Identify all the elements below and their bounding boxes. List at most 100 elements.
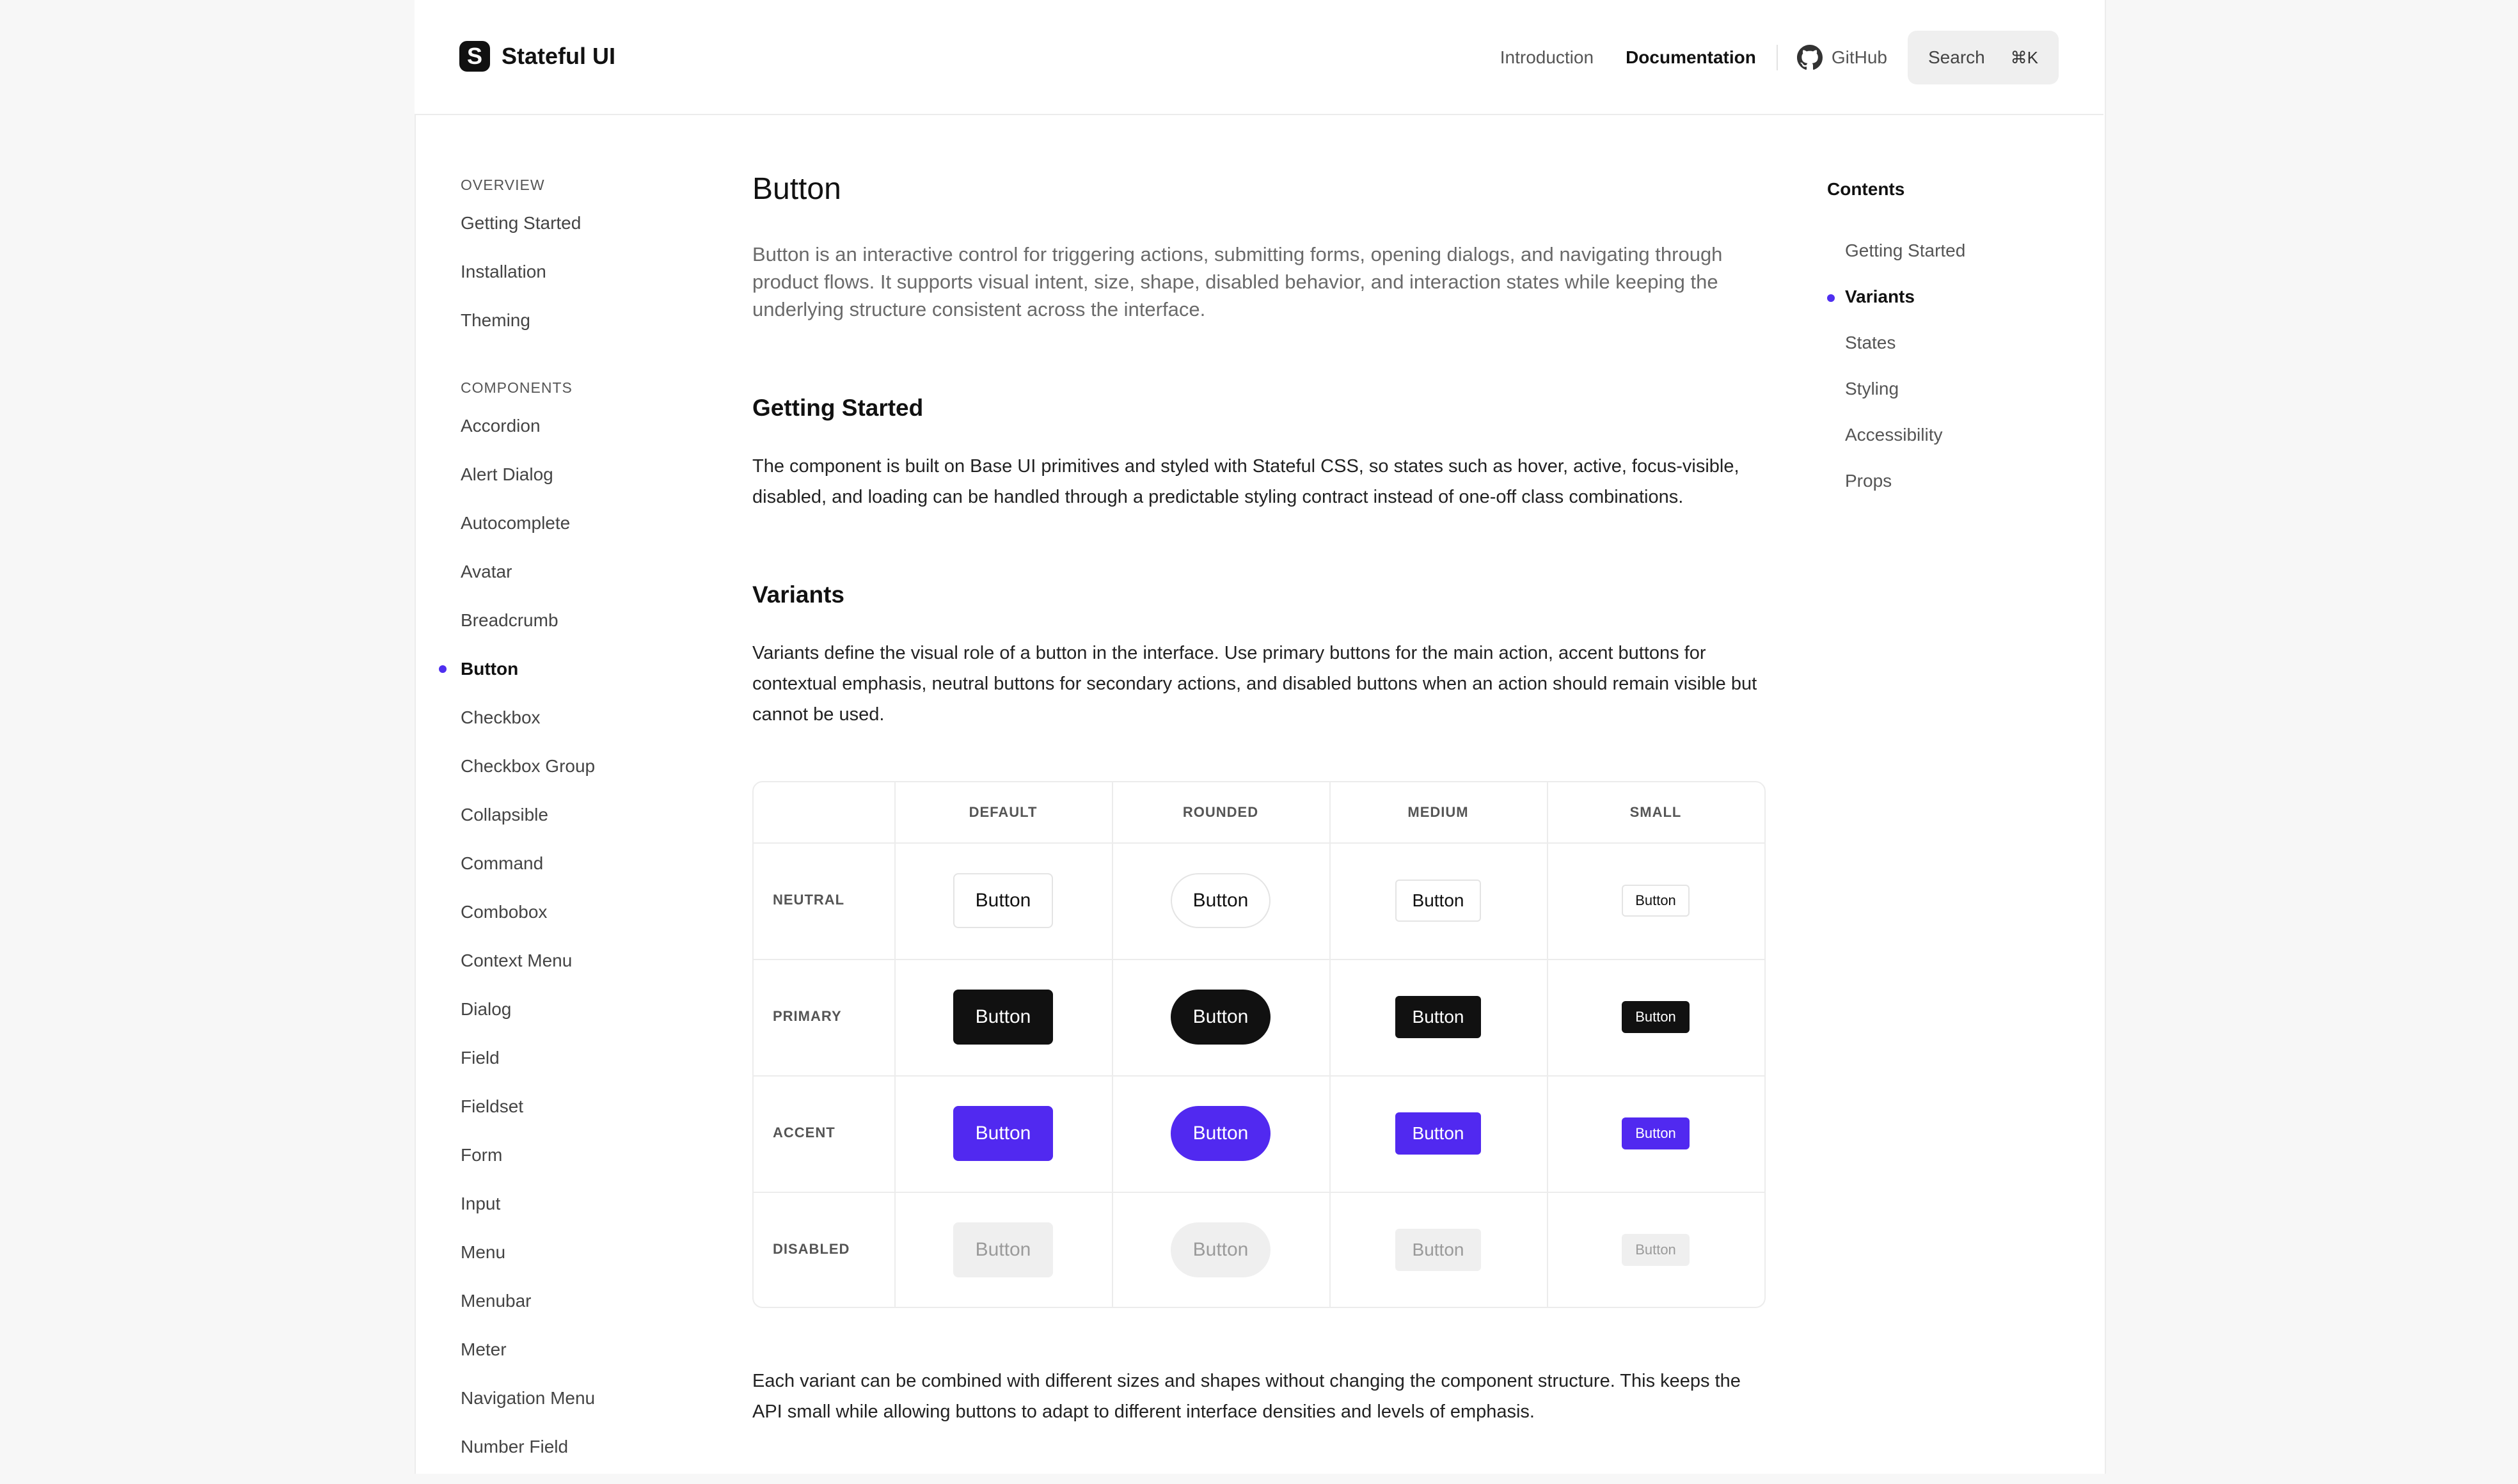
sidebar-item-getting-started[interactable]: Getting Started bbox=[461, 212, 678, 260]
table-cell: Button bbox=[1112, 1075, 1329, 1192]
sidebar-item-menu[interactable]: Menu bbox=[461, 1241, 678, 1290]
accent-default-button[interactable]: Button bbox=[953, 1106, 1053, 1161]
column-header-medium: MEDIUM bbox=[1407, 804, 1469, 820]
toc-item-getting-started[interactable]: Getting Started bbox=[1827, 241, 2045, 287]
table-cell: Button bbox=[894, 1192, 1112, 1308]
closing-text: Each variant can be combined with differ… bbox=[752, 1371, 1741, 1422]
sidebar-item-context-menu[interactable]: Context Menu bbox=[461, 949, 678, 998]
page-title: Button bbox=[752, 172, 841, 206]
primary-rounded-button[interactable]: Button bbox=[1171, 990, 1271, 1045]
disabled-small-button: Button bbox=[1622, 1234, 1690, 1266]
column-header-small: SMALL bbox=[1629, 804, 1682, 820]
sidebar-item-fieldset[interactable]: Fieldset bbox=[461, 1095, 678, 1144]
sidebar-item-combobox[interactable]: Combobox bbox=[461, 901, 678, 949]
sidebar-item-alert-dialog[interactable]: Alert Dialog bbox=[461, 463, 678, 512]
row-label-neutral: NEUTRAL bbox=[773, 892, 845, 908]
table-cell: Button bbox=[894, 842, 1112, 959]
table-cell: Button bbox=[1112, 959, 1329, 1075]
table-cell: Button bbox=[1547, 959, 1764, 1075]
neutral-rounded-button[interactable]: Button bbox=[1171, 873, 1271, 928]
toc-item-styling[interactable]: Styling bbox=[1827, 379, 2045, 425]
sidebar-item-accordion[interactable]: Accordion bbox=[461, 414, 678, 463]
table-cell: Button bbox=[1547, 842, 1764, 959]
nav-documentation[interactable]: Documentation bbox=[1626, 47, 1756, 68]
table-cell: Button bbox=[1329, 959, 1547, 1075]
variants-table: DEFAULT ROUNDED MEDIUM SMALL NEUTRAL Button Bu… bbox=[752, 781, 1766, 1308]
table-cell: Button bbox=[1112, 842, 1329, 959]
neutral-default-button[interactable]: Button bbox=[953, 873, 1053, 928]
toc-item-props[interactable]: Props bbox=[1827, 471, 2045, 517]
table-row: NEUTRAL Button Button Button Button bbox=[754, 842, 1764, 960]
nav-introduction[interactable]: Introduction bbox=[1500, 47, 1594, 68]
sidebar-item-avatar[interactable]: Avatar bbox=[461, 560, 678, 609]
sidebar-item-installation[interactable]: Installation bbox=[461, 260, 678, 309]
sidebar-item-autocomplete[interactable]: Autocomplete bbox=[461, 512, 678, 560]
table-cell: Button bbox=[894, 959, 1112, 1075]
row-label-disabled: DISABLED bbox=[773, 1241, 850, 1257]
sidebar-item-breadcrumb[interactable]: Breadcrumb bbox=[461, 609, 678, 658]
toc-title: Contents bbox=[1827, 179, 1905, 199]
column-header-default: DEFAULT bbox=[969, 804, 1038, 820]
accent-small-button[interactable]: Button bbox=[1622, 1117, 1690, 1149]
table-row: ACCENT Button Button Button Button bbox=[754, 1075, 1764, 1193]
accent-medium-button[interactable]: Button bbox=[1395, 1112, 1481, 1155]
table-of-contents: Contents Getting Started Variants States St… bbox=[1827, 179, 2045, 517]
sidebar-item-meter[interactable]: Meter bbox=[461, 1338, 678, 1387]
sidebar-item-navigation-menu[interactable]: Navigation Menu bbox=[461, 1387, 678, 1435]
table-cell: Button bbox=[1329, 1075, 1547, 1192]
page-lead: Button is an interactive control for tri… bbox=[752, 243, 1723, 320]
sidebar-item-number-field[interactable]: Number Field bbox=[461, 1435, 678, 1484]
table-cell: Button bbox=[1329, 1192, 1547, 1308]
sidebar-item-form[interactable]: Form bbox=[461, 1144, 678, 1192]
primary-medium-button[interactable]: Button bbox=[1395, 996, 1481, 1038]
primary-default-button[interactable]: Button bbox=[953, 990, 1053, 1045]
disabled-default-button: Button bbox=[953, 1222, 1053, 1277]
logo-icon: S bbox=[459, 41, 490, 72]
sidebar: OVERVIEW Getting Started Installation Them… bbox=[439, 177, 678, 1484]
row-label-primary: PRIMARY bbox=[773, 1008, 842, 1024]
accent-rounded-button[interactable]: Button bbox=[1171, 1106, 1271, 1161]
sidebar-item-button[interactable]: Button bbox=[439, 658, 678, 706]
table-cell: Button bbox=[1112, 1192, 1329, 1308]
sidebar-item-input[interactable]: Input bbox=[461, 1192, 678, 1241]
sidebar-heading-components: COMPONENTS bbox=[461, 379, 573, 396]
table-cell: Button bbox=[1547, 1075, 1764, 1192]
github-link[interactable]: GitHub bbox=[1796, 45, 1887, 70]
neutral-medium-button[interactable]: Button bbox=[1395, 880, 1481, 922]
sidebar-item-collapsible[interactable]: Collapsible bbox=[461, 803, 678, 852]
disabled-medium-button: Button bbox=[1395, 1229, 1481, 1271]
sidebar-item-field[interactable]: Field bbox=[461, 1046, 678, 1095]
neutral-small-button[interactable]: Button bbox=[1622, 885, 1690, 917]
toc-item-accessibility[interactable]: Accessibility bbox=[1827, 425, 2045, 471]
table-row: PRIMARY Button Button Button Button bbox=[754, 959, 1764, 1077]
github-icon bbox=[1796, 45, 1823, 70]
variants-text: Variants define the visual role of a but… bbox=[752, 643, 1757, 725]
github-label: GitHub bbox=[1831, 47, 1887, 67]
logo-text: Stateful UI bbox=[502, 43, 616, 69]
sidebar-heading-overview: OVERVIEW bbox=[461, 177, 545, 193]
sidebar-item-command[interactable]: Command bbox=[461, 852, 678, 901]
sidebar-item-checkbox[interactable]: Checkbox bbox=[461, 706, 678, 755]
sidebar-item-menubar[interactable]: Menubar bbox=[461, 1290, 678, 1338]
top-nav: Introduction Documentation GitHub Search… bbox=[1500, 31, 2059, 84]
table-cell: Button bbox=[1547, 1192, 1764, 1308]
top-header: S Stateful UI Introduction Documentation… bbox=[415, 0, 2103, 115]
sidebar-item-dialog[interactable]: Dialog bbox=[461, 998, 678, 1046]
toc-item-variants[interactable]: Variants bbox=[1827, 287, 2045, 333]
sidebar-item-theming[interactable]: Theming bbox=[461, 309, 678, 358]
toc-item-states[interactable]: States bbox=[1827, 333, 2045, 379]
table-cell: Button bbox=[894, 1075, 1112, 1192]
column-header-rounded: ROUNDED bbox=[1182, 804, 1259, 820]
logo[interactable]: S Stateful UI bbox=[459, 41, 615, 72]
heading-variants: Variants bbox=[752, 581, 844, 608]
search-button[interactable]: Search ⌘K bbox=[1908, 31, 2059, 84]
nav-divider bbox=[1776, 45, 1778, 70]
table-row: DISABLED Button Button Button Button bbox=[754, 1192, 1764, 1308]
row-label-accent: ACCENT bbox=[773, 1125, 835, 1141]
table-cell: Button bbox=[1329, 842, 1547, 959]
getting-started-text: The component is built on Base UI primit… bbox=[752, 456, 1739, 507]
search-shortcut: ⌘K bbox=[2010, 47, 2038, 67]
primary-small-button[interactable]: Button bbox=[1622, 1001, 1690, 1033]
sidebar-item-checkbox-group[interactable]: Checkbox Group bbox=[461, 755, 678, 803]
search-label: Search bbox=[1928, 47, 1985, 67]
